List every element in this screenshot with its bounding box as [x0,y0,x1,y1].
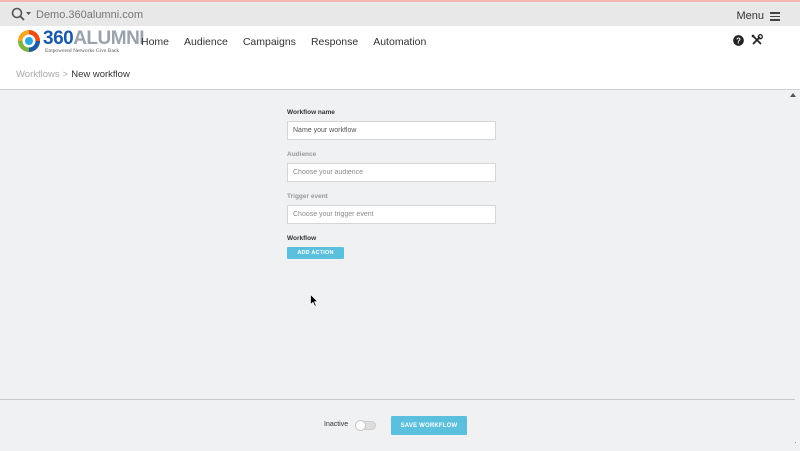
wrench-screwdriver-icon[interactable] [751,34,763,46]
nav-response[interactable]: Response [311,35,358,49]
breadcrumb-separator: > [62,69,69,80]
nav-automation[interactable]: Automation [373,35,426,49]
domain-search-input[interactable] [36,6,236,24]
question-circle-icon[interactable]: ? [733,35,744,46]
breadcrumb-workflows-link[interactable]: Workflows [16,69,60,80]
hamburger-icon [770,12,780,21]
main-header: 360ALUMNI Empowered Networks Give Back H… [0,26,800,61]
breadcrumb: Workflows > New workflow [16,69,130,80]
logo-wordmark: 360ALUMNI [43,28,145,49]
footer-bar: Inactive SAVE WORKFLOW [0,399,795,451]
workflow-name-label: Workflow name [287,109,335,116]
audience-field[interactable] [287,163,496,182]
status-label: Inactive [324,421,349,428]
mouse-cursor-icon [310,294,319,307]
svg-text:?: ? [736,36,741,45]
logo[interactable]: 360ALUMNI Empowered Networks Give Back [17,29,145,57]
search-dropdown[interactable] [11,7,35,23]
nav-home[interactable]: Home [141,35,169,49]
logo-tagline: Empowered Networks Give Back [45,48,120,54]
add-action-button[interactable]: ADD ACTION [287,247,344,259]
trigger-event-label: Trigger event [287,193,328,200]
menu-button[interactable]: Menu [736,8,780,24]
search-icon [11,7,31,21]
workflow-name-field[interactable] [287,121,496,140]
audience-label: Audience [287,151,317,158]
save-workflow-button[interactable]: SAVE WORKFLOW [391,416,467,435]
nav-audience[interactable]: Audience [184,35,228,49]
active-toggle[interactable] [355,420,376,431]
menu-label: Menu [736,10,764,22]
nav-campaigns[interactable]: Campaigns [243,35,296,49]
logo-mark-icon [18,30,40,52]
toggle-knob [355,420,366,431]
breadcrumb-bar: Workflows > New workflow [0,60,800,90]
breadcrumb-current: New workflow [71,69,130,80]
logo-number: 360 [43,28,74,49]
workflow-label: Workflow [287,235,317,242]
main-nav: Home Audience Campaigns Response Automat… [141,35,426,49]
scroll-up-arrow-icon[interactable] [790,93,796,97]
top-search-bar: Menu [0,0,800,26]
trigger-event-field[interactable] [287,205,496,224]
logo-word: ALUMNI [73,28,145,49]
